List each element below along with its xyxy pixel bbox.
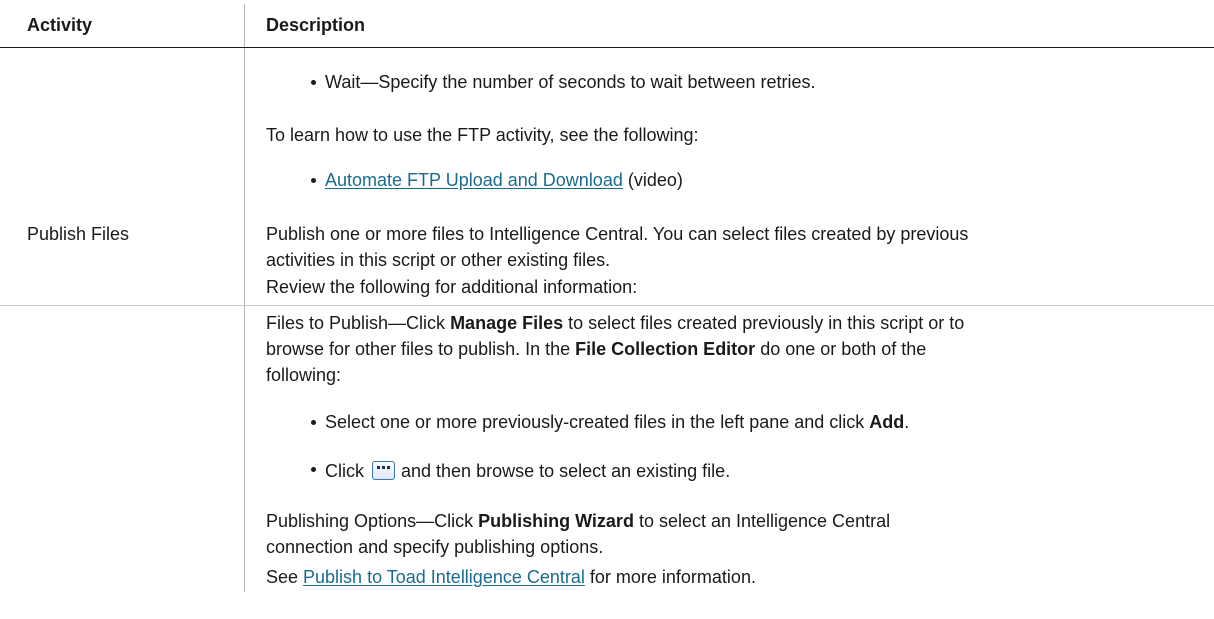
header-rule bbox=[0, 47, 1214, 48]
add-label: Add bbox=[869, 412, 905, 432]
select-files-bullet: Select one or more previously-created fi… bbox=[325, 412, 910, 432]
review-text: Review the following for additional info… bbox=[266, 277, 638, 297]
activity-publish-files: Publish Files bbox=[27, 224, 130, 244]
bullet-icon bbox=[311, 467, 316, 472]
bullet-icon bbox=[311, 80, 316, 85]
row-divider bbox=[0, 305, 1214, 306]
see-more-line: See Publish to Toad Intelligence Central… bbox=[266, 567, 756, 587]
publishing-wizard-label: Publishing Wizard bbox=[478, 511, 634, 531]
publishing-options-line1: Publishing Options—Click Publishing Wiza… bbox=[266, 511, 891, 531]
publishing-options-line2: connection and specify publishing option… bbox=[266, 537, 604, 557]
video-line: Automate FTP Upload and Download (video) bbox=[325, 169, 683, 191]
file-collection-editor-label: File Collection Editor bbox=[575, 339, 756, 359]
wait-bullet-text: Wait—Specify the number of seconds to wa… bbox=[325, 72, 816, 92]
files-to-publish-line2: browse for other files to publish. In th… bbox=[266, 339, 927, 359]
header-description: Description bbox=[266, 15, 366, 35]
files-to-publish-line1: Files to Publish—Click Manage Files to s… bbox=[266, 313, 965, 333]
bullet-icon bbox=[311, 178, 316, 183]
header-activity: Activity bbox=[27, 15, 93, 35]
learn-ftp-text: To learn how to use the FTP activity, se… bbox=[266, 125, 699, 145]
video-link[interactable]: Automate FTP Upload and Download bbox=[325, 170, 623, 190]
files-to-publish-line3: following: bbox=[266, 365, 342, 385]
publish-to-tic-link[interactable]: Publish to Toad Intelligence Central bbox=[303, 567, 585, 587]
ellipsis-button-icon bbox=[372, 461, 395, 480]
publish-desc-line1: Publish one or more files to Intelligenc… bbox=[266, 224, 969, 244]
column-divider bbox=[244, 4, 245, 592]
manage-files-label: Manage Files bbox=[450, 313, 564, 333]
click-browse-bullet: Click and then browse to select an exist… bbox=[325, 461, 731, 481]
publish-desc-line2: activities in this script or other exist… bbox=[266, 250, 611, 270]
video-suffix: (video) bbox=[622, 170, 683, 190]
bullet-icon bbox=[311, 420, 316, 425]
